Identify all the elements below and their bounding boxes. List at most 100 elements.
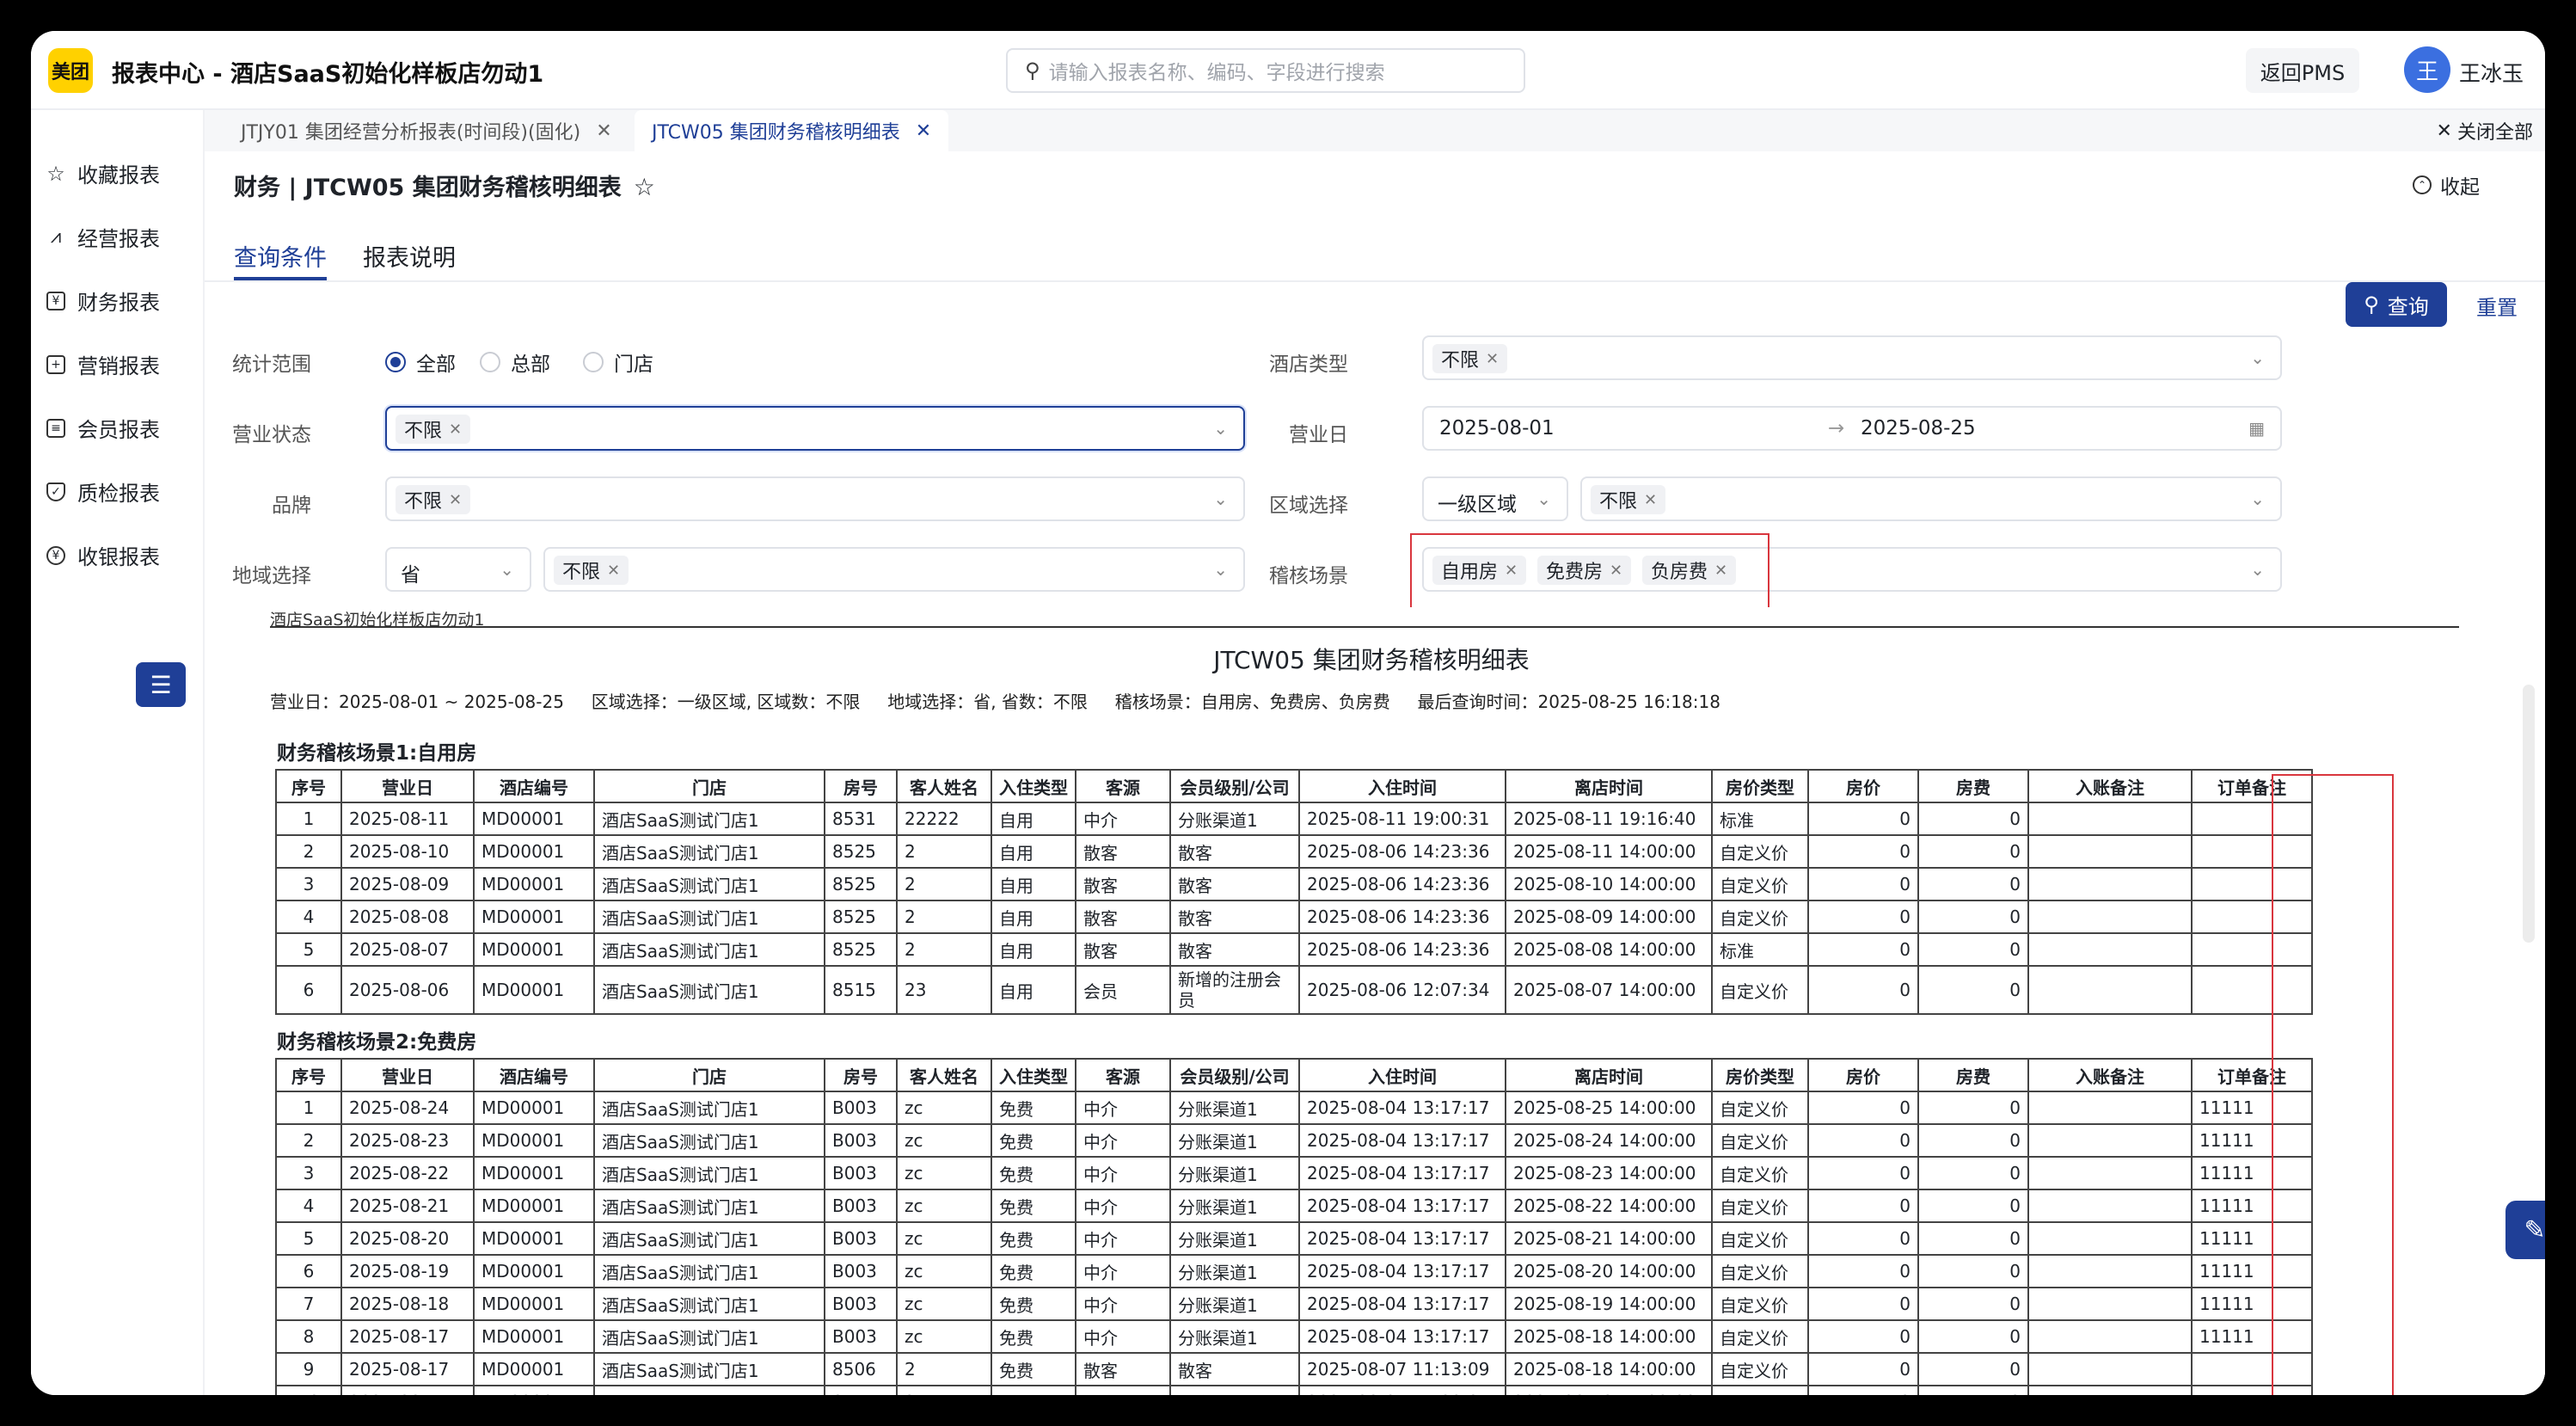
sidebar-item-finance[interactable]: ¥ 财务报表 — [46, 286, 160, 316]
sidebar-item-label: 财务报表 — [77, 291, 160, 315]
star-icon[interactable]: ☆ — [634, 173, 655, 201]
sidebar-toggle-button[interactable]: ☰ — [136, 662, 186, 707]
table-cell: 2025-08-22 — [340, 1156, 475, 1190]
table-cell: 6 — [275, 1254, 342, 1288]
table-cell: 酒店SaaS测试门店1 — [593, 965, 825, 1015]
column-header: 酒店编号 — [473, 769, 595, 803]
table-cell: B003 — [824, 1156, 898, 1190]
table-row: 4 2025-08-21 MD00001 酒店SaaS测试门店1 B003 zc 免费 中介分… — [275, 1189, 2313, 1223]
date-end[interactable]: 2025-08-25 — [1861, 417, 1976, 439]
table-cell: 2025-08-24 — [340, 1091, 475, 1125]
table-cell: 分账渠道1 — [1169, 1091, 1300, 1125]
close-all-button[interactable]: ✕ 关闭全部 — [2437, 117, 2533, 144]
geo-select[interactable]: 不限 ✕ ⌄ — [543, 547, 1245, 592]
status-select[interactable]: 不限 ✕ ⌄ — [385, 406, 1245, 451]
query-button[interactable]: ⚲ 查询 — [2346, 282, 2447, 327]
close-icon[interactable]: ✕ — [916, 120, 931, 142]
table-cell: 3 — [275, 867, 342, 901]
table-cell: 中介 — [1075, 1123, 1171, 1158]
reset-button[interactable]: 重置 — [2476, 291, 2518, 321]
close-icon[interactable]: ✕ — [607, 562, 620, 580]
column-header: 门店 — [593, 1058, 825, 1092]
report-title: JTCW05 集团财务稽核明细表 — [1213, 646, 1530, 674]
table-cell: 自定义价 — [1711, 1254, 1809, 1288]
close-icon[interactable]: ✕ — [449, 491, 462, 509]
geo-label: 地域选择 — [232, 565, 311, 587]
radio-dot — [583, 352, 604, 372]
table-cell: 0 — [1917, 834, 2029, 869]
column-header: 客人姓名 — [896, 1058, 992, 1092]
sidebar-item-favorites[interactable]: ☆ 收藏报表 — [46, 158, 160, 188]
table-cell: 新增的注册会员 — [1169, 965, 1300, 1015]
tab-report-description[interactable]: 报表说明 — [363, 239, 456, 273]
table-cell: 2025-08-11 19:16:40 — [1505, 802, 1713, 836]
close-all-label: 关闭全部 — [2456, 122, 2533, 144]
table-cell: B003 — [824, 1221, 898, 1256]
tag-label: 不限 — [1599, 491, 1638, 513]
scope-radio-hq[interactable]: 总部 — [480, 347, 550, 377]
table-row: 5 2025-08-20 MD00001 酒店SaaS测试门店1 B003 zc 免费 中介分… — [275, 1221, 2313, 1256]
column-header: 房价类型 — [1711, 1058, 1809, 1092]
sidebar-item-business[interactable]: ⩘ 经营报表 — [46, 222, 160, 252]
sidebar-item-member[interactable]: ≡ 会员报表 — [46, 413, 160, 443]
search-input[interactable]: ⚲ 请输入报表名称、编码、字段进行搜索 — [1006, 48, 1525, 93]
brand-label: 品牌 — [272, 495, 311, 517]
brand-select[interactable]: 不限 ✕ ⌄ — [385, 476, 1245, 521]
table-cell: 自定义价 — [1711, 1091, 1809, 1125]
gift-icon: + — [46, 354, 65, 374]
geo-level-select[interactable]: 省 ⌄ — [385, 547, 531, 592]
username[interactable]: 王冰玉 — [2459, 57, 2524, 88]
collapse-button[interactable]: ⌃ 收起 — [2413, 170, 2480, 200]
divider — [270, 626, 2459, 628]
sidebar-item-cashier[interactable]: ¥ 收银报表 — [46, 540, 160, 570]
scope-label: 统计范围 — [232, 353, 311, 376]
sidebar-item-marketing[interactable]: + 营销报表 — [46, 349, 160, 379]
arrow-right-icon: → — [1828, 417, 1845, 439]
hotel-type-select[interactable]: 不限 ✕ ⌄ — [1422, 335, 2282, 380]
table-cell: 2025-08-08 — [340, 900, 475, 934]
scrollbar[interactable] — [2523, 685, 2535, 943]
avatar[interactable]: 王 — [2404, 46, 2450, 93]
close-icon[interactable]: ✕ — [1486, 350, 1499, 368]
table-cell: MD00001 — [473, 1385, 595, 1395]
table-cell: 酒店SaaS测试门店1 — [593, 1156, 825, 1190]
column-header: 房价 — [1807, 1058, 1919, 1092]
table-cell: 中介 — [1075, 1287, 1171, 1321]
table-cell: 2025-08-23 — [340, 1123, 475, 1158]
column-header: 入账备注 — [2027, 1058, 2193, 1092]
close-icon[interactable]: ✕ — [1644, 491, 1657, 509]
region-select[interactable]: 不限 ✕ ⌄ — [1580, 476, 2282, 521]
tab-jtjy01[interactable]: JTJY01 集团经营分析报表(时间段)(固化) ✕ — [224, 110, 629, 151]
table-cell — [2027, 867, 2193, 901]
table-cell: 自定义价 — [1711, 1352, 1809, 1386]
table-cell: 自定义价 — [1711, 1385, 1809, 1395]
table-cell: 2025-08-04 13:17:17 — [1298, 1123, 1506, 1158]
feedback-button[interactable]: ✎ — [2505, 1201, 2545, 1259]
table-cell: 自用 — [991, 965, 1076, 1015]
tab-query-conditions[interactable]: 查询条件 — [234, 239, 327, 273]
table-cell: 2025-08-04 13:17:17 — [1298, 1254, 1506, 1288]
sidebar-item-quality[interactable]: ✓ 质检报表 — [46, 476, 160, 507]
tab-jtcw05[interactable]: JTCW05 集团财务稽核明细表 ✕ — [635, 110, 949, 151]
scope-radio-store[interactable]: 门店 — [583, 347, 653, 377]
sidebar-item-label: 经营报表 — [77, 227, 160, 251]
table-cell: 2025-08-04 13:17:17 — [1298, 1287, 1506, 1321]
table-cell: MD00001 — [473, 932, 595, 967]
region-level-select[interactable]: 一级区域 ⌄ — [1422, 476, 1568, 521]
table-cell: 0 — [1807, 1385, 1919, 1395]
close-icon[interactable]: ✕ — [596, 120, 611, 142]
chart-icon: ⩘ — [50, 225, 62, 248]
column-header: 营业日 — [340, 769, 475, 803]
back-to-pms-button[interactable]: 返回PMS — [2246, 48, 2359, 93]
tag-chip: 不限 ✕ — [396, 415, 471, 444]
table-cell: 8515 — [824, 965, 898, 1015]
table-cell: 自定义价 — [1711, 1123, 1809, 1158]
date-range-picker[interactable]: 2025-08-01 → 2025-08-25 ▦ — [1422, 406, 2282, 451]
scope-radio-all[interactable]: 全部 — [385, 347, 456, 377]
date-start[interactable]: 2025-08-01 — [1439, 417, 1555, 439]
table-cell: 0 — [1917, 965, 2029, 1015]
table-cell: 散客 — [1075, 1352, 1171, 1386]
close-icon[interactable]: ✕ — [449, 421, 462, 439]
column-header: 会员级别/公司 — [1169, 1058, 1300, 1092]
table-cell: 2025-08-24 14:00:00 — [1505, 1123, 1713, 1158]
